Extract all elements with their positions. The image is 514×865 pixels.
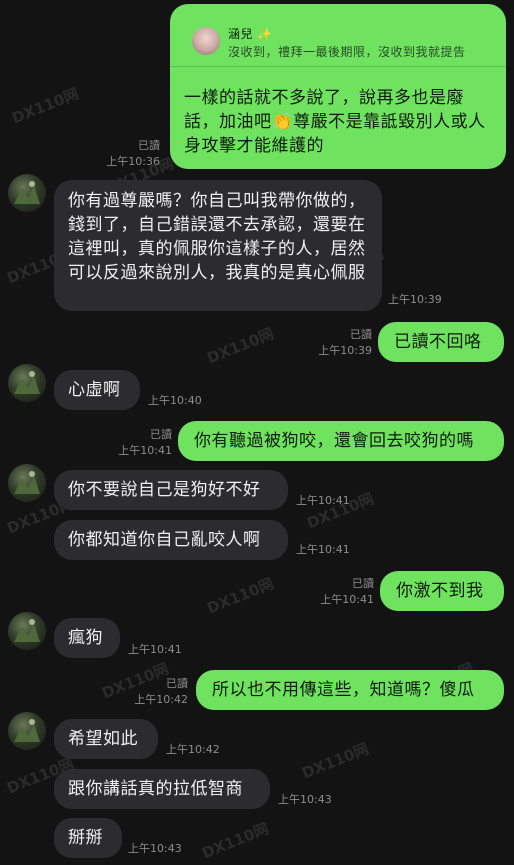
message-time: 上午10:39 bbox=[388, 293, 442, 306]
message-time: 上午10:36 bbox=[106, 155, 160, 168]
message-time: 上午10:41 bbox=[118, 444, 172, 457]
message-time: 上午10:41 bbox=[296, 494, 350, 507]
avatar[interactable] bbox=[8, 612, 46, 650]
incoming-message[interactable]: 你有過尊嚴嗎？你自己叫我帶你做的，錢到了，自己錯誤還不去承認，還要在這裡叫，真的… bbox=[54, 180, 382, 311]
watermark: DX110网 bbox=[299, 739, 372, 783]
outgoing-message[interactable]: 所以也不用傳這些，知道嗎？傻瓜 bbox=[196, 670, 504, 710]
message-time: 上午10:40 bbox=[148, 394, 202, 407]
avatar[interactable] bbox=[8, 174, 46, 212]
message-text: 瘋狗 bbox=[68, 628, 103, 648]
incoming-message[interactable]: 你不要說自己是狗好不好 bbox=[54, 470, 288, 510]
message-text: 一樣的話就不多說了，說再多也是廢話，加油吧👏尊嚴不是靠詆毀別人或人身攻擊才能維護… bbox=[184, 88, 486, 156]
avatar bbox=[192, 27, 220, 55]
message-time: 上午10:41 bbox=[296, 543, 350, 556]
message-text: 你激不到我 bbox=[396, 581, 484, 601]
read-receipt: 已讀 bbox=[138, 139, 160, 152]
quoted-text: 沒收到，禮拜一最後期限，沒收到我就提告 bbox=[228, 45, 466, 59]
avatar[interactable] bbox=[8, 712, 46, 750]
watermark: DX110网 bbox=[204, 324, 277, 368]
avatar[interactable] bbox=[8, 464, 46, 502]
outgoing-message[interactable]: 已讀不回咯 bbox=[378, 322, 504, 362]
watermark: DX110网 bbox=[9, 84, 82, 128]
message-text: 希望如此 bbox=[68, 729, 138, 749]
message-text: 你不要說自己是狗好不好 bbox=[68, 480, 261, 500]
message-text: 你都知道你自己亂咬人啊 bbox=[68, 530, 261, 550]
message-time: 上午10:41 bbox=[320, 593, 374, 606]
incoming-message[interactable]: 瘋狗 bbox=[54, 618, 120, 658]
message-time: 上午10:43 bbox=[278, 793, 332, 806]
message-time: 上午10:42 bbox=[166, 743, 220, 756]
message-time: 上午10:41 bbox=[128, 643, 182, 656]
outgoing-message[interactable]: 你有聽過被狗咬，還會回去咬狗的嗎 bbox=[178, 421, 504, 461]
incoming-message[interactable]: 掰掰 bbox=[54, 818, 122, 858]
incoming-message[interactable]: 心虛啊 bbox=[54, 370, 140, 410]
avatar[interactable] bbox=[8, 364, 46, 402]
watermark: DX110网 bbox=[204, 574, 277, 618]
message-text: 心虛啊 bbox=[68, 380, 121, 400]
message-text: 你有聽過被狗咬，還會回去咬狗的嗎 bbox=[194, 431, 474, 451]
message-text: 你有過尊嚴嗎？你自己叫我帶你做的，錢到了，自己錯誤還不去承認，還要在這裡叫，真的… bbox=[68, 191, 366, 283]
message-text: 已讀不回咯 bbox=[394, 332, 482, 352]
read-receipt: 已讀 bbox=[166, 677, 188, 690]
read-receipt: 已讀 bbox=[350, 328, 372, 341]
read-receipt: 已讀 bbox=[150, 428, 172, 441]
watermark: DX110网 bbox=[199, 819, 272, 863]
message-time: 上午10:42 bbox=[134, 693, 188, 706]
message-time: 上午10:43 bbox=[128, 842, 182, 855]
reply-divider bbox=[170, 66, 506, 67]
outgoing-message[interactable]: 涵兒 ✨ 沒收到，禮拜一最後期限，沒收到我就提告 一樣的話就不多說了，說再多也是… bbox=[170, 4, 506, 169]
message-text: 掰掰 bbox=[68, 828, 103, 848]
read-receipt: 已讀 bbox=[352, 577, 374, 590]
outgoing-message[interactable]: 你激不到我 bbox=[380, 571, 504, 611]
quoted-reply[interactable]: 涵兒 ✨ 沒收到，禮拜一最後期限，沒收到我就提告 bbox=[180, 14, 495, 66]
incoming-message[interactable]: 希望如此 bbox=[54, 719, 158, 759]
message-text: 所以也不用傳這些，知道嗎？傻瓜 bbox=[212, 680, 475, 700]
message-text: 跟你講話真的拉低智商 bbox=[68, 779, 243, 799]
message-time: 上午10:39 bbox=[318, 344, 372, 357]
incoming-message[interactable]: 你都知道你自己亂咬人啊 bbox=[54, 520, 288, 560]
incoming-message[interactable]: 跟你講話真的拉低智商 bbox=[54, 769, 270, 809]
